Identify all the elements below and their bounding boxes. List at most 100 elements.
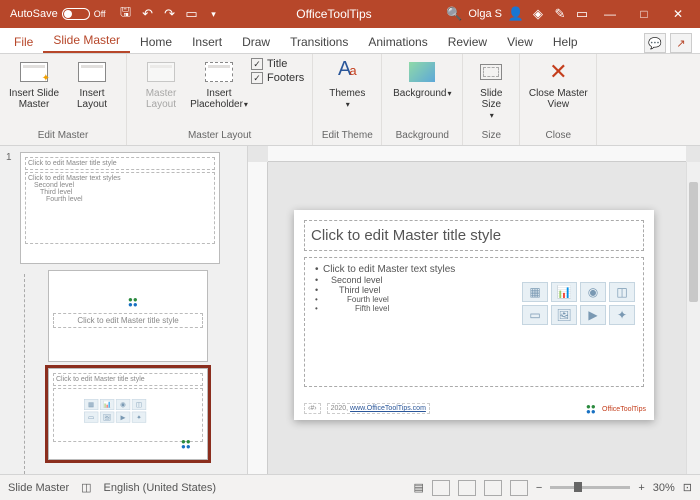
layout1-title: Click to edit Master title style bbox=[53, 313, 203, 328]
zoom-out-button[interactable]: − bbox=[536, 482, 542, 494]
share-button[interactable]: ↗ bbox=[670, 33, 692, 53]
tab-review[interactable]: Review bbox=[438, 31, 497, 53]
slideshow-view-button[interactable] bbox=[510, 480, 528, 496]
tab-slide-master[interactable]: Slide Master bbox=[43, 29, 130, 53]
quick-access-toolbar: 🖫 ↶ ↷ ▭ ▾ bbox=[118, 6, 222, 22]
3d-model-icon[interactable]: ◫ bbox=[609, 282, 635, 302]
picture-icon: ▭ bbox=[84, 412, 98, 423]
ribbon-display-icon[interactable]: ▭ bbox=[574, 6, 590, 22]
minimize-button[interactable]: — bbox=[596, 0, 624, 28]
coming-soon-icon[interactable]: ✎ bbox=[552, 6, 568, 22]
zoom-level[interactable]: 30% bbox=[653, 482, 675, 494]
sorter-view-button[interactable] bbox=[458, 480, 476, 496]
chart-icon[interactable]: 📊 bbox=[551, 282, 577, 302]
tab-draw[interactable]: Draw bbox=[232, 31, 280, 53]
layout2-title: Click to edit Master title style bbox=[53, 373, 203, 386]
stock-image-icon[interactable]: ✦ bbox=[609, 305, 635, 325]
tab-animations[interactable]: Animations bbox=[358, 31, 437, 53]
maximize-button[interactable]: □ bbox=[630, 0, 658, 28]
horizontal-ruler[interactable] bbox=[268, 146, 686, 162]
user-avatar-icon[interactable]: 👤 bbox=[508, 6, 524, 22]
layout-icon bbox=[78, 62, 106, 82]
table-icon[interactable]: ▦ bbox=[522, 282, 548, 302]
zoom-in-button[interactable]: + bbox=[638, 482, 644, 494]
slide-editor[interactable]: Click to edit Master title style Click t… bbox=[294, 210, 654, 420]
tree-connector bbox=[24, 274, 25, 474]
video-icon[interactable]: ▶ bbox=[580, 305, 606, 325]
tab-transitions[interactable]: Transitions bbox=[280, 31, 358, 53]
slide-size-button[interactable]: Slide Size▾ bbox=[471, 58, 511, 121]
status-language[interactable]: English (United States) bbox=[104, 482, 217, 494]
group-size-label: Size bbox=[471, 130, 511, 143]
logo-icon bbox=[586, 402, 600, 416]
thumb-l3: Third level bbox=[28, 189, 212, 196]
table-icon: ▦ bbox=[84, 399, 98, 410]
search-icon[interactable]: 🔍 bbox=[446, 6, 462, 22]
thumbnail-pane[interactable]: 1 Click to edit Master title style Click… bbox=[0, 146, 248, 474]
diamond-icon[interactable]: ◈ bbox=[530, 6, 546, 22]
tab-view[interactable]: View bbox=[497, 31, 543, 53]
scroll-thumb[interactable] bbox=[689, 182, 698, 302]
picture-icon[interactable]: ▭ bbox=[522, 305, 548, 325]
themes-label: Themes▾ bbox=[329, 88, 365, 110]
close-button[interactable]: ✕ bbox=[664, 0, 692, 28]
footers-checkbox[interactable]: ✓Footers bbox=[251, 72, 304, 84]
slide-size-label: Slide Size▾ bbox=[471, 88, 511, 121]
undo-icon[interactable]: ↶ bbox=[140, 6, 156, 22]
status-bar: Slide Master ◫ English (United States) ▤… bbox=[0, 474, 700, 500]
insert-slide-master-button[interactable]: Insert Slide Master bbox=[8, 58, 60, 110]
qat-dropdown-icon[interactable]: ▾ bbox=[206, 6, 222, 22]
content-type-icons: ▦ 📊 ◉ ◫ ▭ 🖼 ▶ ✦ bbox=[522, 282, 635, 325]
body-placeholder[interactable]: Click to edit Master text styles Second … bbox=[304, 257, 644, 387]
logo-icon bbox=[181, 437, 195, 451]
layout-thumbnail-1[interactable]: Click to edit Master title style bbox=[48, 270, 208, 362]
checkbox-checked-icon: ✓ bbox=[251, 58, 263, 70]
group-master-layout-label: Master Layout bbox=[135, 130, 304, 143]
title-checkbox[interactable]: ✓Title bbox=[251, 58, 304, 70]
group-size: Slide Size▾ Size bbox=[463, 54, 520, 145]
accessibility-icon[interactable]: ◫ bbox=[81, 481, 91, 494]
master-layout-button: Master Layout bbox=[135, 58, 187, 110]
background-button[interactable]: Background▾ bbox=[390, 58, 454, 99]
layout-thumbnail-2[interactable]: Click to edit Master title style ▦📊◉◫ ▭🖼… bbox=[48, 368, 208, 460]
tab-file[interactable]: File bbox=[4, 31, 43, 53]
user-name[interactable]: Olga S bbox=[468, 8, 502, 20]
notes-button[interactable]: ▤ bbox=[413, 481, 423, 494]
3d-icon: ◫ bbox=[132, 399, 146, 410]
footer-text-ph[interactable]: 2020, www.OfficeToolTips.com bbox=[327, 403, 430, 414]
insert-layout-button[interactable]: Insert Layout bbox=[66, 58, 118, 110]
vertical-ruler[interactable] bbox=[248, 162, 268, 474]
redo-icon[interactable]: ↷ bbox=[162, 6, 178, 22]
document-title: OfficeToolTips bbox=[222, 7, 447, 21]
comments-button[interactable]: 💬 bbox=[644, 33, 666, 53]
slide-canvas: Click to edit Master title style Click t… bbox=[248, 146, 700, 474]
autosave-toggle[interactable]: AutoSave Off bbox=[4, 8, 112, 20]
vertical-scrollbar[interactable] bbox=[686, 162, 700, 474]
zoom-slider[interactable] bbox=[550, 486, 630, 489]
tab-home[interactable]: Home bbox=[130, 31, 182, 53]
reading-view-button[interactable] bbox=[484, 480, 502, 496]
tab-insert[interactable]: Insert bbox=[182, 31, 232, 53]
insert-placeholder-button[interactable]: Insert Placeholder▾ bbox=[193, 58, 245, 110]
slide-size-icon bbox=[480, 64, 502, 80]
normal-view-button[interactable] bbox=[432, 480, 450, 496]
close-master-view-button[interactable]: ✕ Close Master View bbox=[528, 58, 588, 110]
start-from-beginning-icon[interactable]: ▭ bbox=[184, 6, 200, 22]
master-layout-label: Master Layout bbox=[135, 88, 187, 110]
fit-to-window-button[interactable]: ⊡ bbox=[683, 481, 692, 494]
online-picture-icon[interactable]: 🖼 bbox=[551, 305, 577, 325]
slide-number-ph[interactable]: ‹#› bbox=[304, 403, 321, 414]
themes-button[interactable]: Aa Themes▾ bbox=[321, 58, 373, 110]
group-close: ✕ Close Master View Close bbox=[520, 54, 597, 145]
smartart-icon[interactable]: ◉ bbox=[580, 282, 606, 302]
thumb-l4: Fourth level bbox=[28, 196, 212, 203]
save-icon[interactable]: 🖫 bbox=[118, 6, 134, 22]
smartart-icon: ◉ bbox=[116, 399, 130, 410]
insert-layout-label: Insert Layout bbox=[66, 88, 118, 110]
ribbon-tabs: File Slide Master Home Insert Draw Trans… bbox=[0, 28, 700, 54]
master-thumbnail[interactable]: Click to edit Master title style Click t… bbox=[20, 152, 220, 264]
tab-help[interactable]: Help bbox=[543, 31, 588, 53]
status-view[interactable]: Slide Master bbox=[8, 482, 69, 494]
title-placeholder[interactable]: Click to edit Master title style bbox=[304, 220, 644, 251]
footers-checkbox-label: Footers bbox=[267, 72, 304, 84]
